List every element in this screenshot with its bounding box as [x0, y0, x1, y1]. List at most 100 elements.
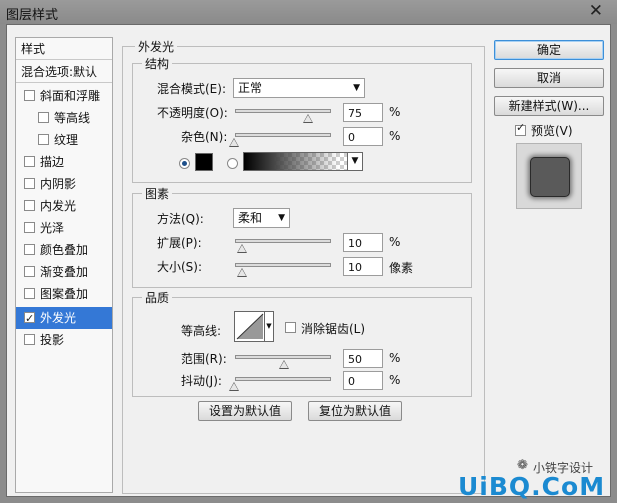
technique-select[interactable]: 柔和 ▼: [233, 208, 290, 228]
spread-label: 扩展(P):: [157, 236, 202, 250]
styles-list: 样式 混合选项:默认 斜面和浮雕 等高线 纹理 描边 内阴影 内发光 光泽 颜色…: [15, 37, 113, 493]
antialias-checkbox[interactable]: [285, 322, 296, 333]
quality-group: 品质 等高线: ▼ 消除锯齿(L) 范围(R): 50 % 抖动(J): 0 %: [132, 289, 472, 397]
checkbox[interactable]: [24, 244, 35, 255]
style-item-inner-shadow[interactable]: 内阴影: [16, 173, 112, 195]
chevron-down-icon: ▼: [353, 83, 360, 93]
checkbox[interactable]: [24, 156, 35, 167]
styles-header[interactable]: 样式: [16, 38, 112, 60]
checkbox[interactable]: [24, 178, 35, 189]
style-item-pattern-overlay[interactable]: 图案叠加: [16, 283, 112, 305]
checkbox[interactable]: [24, 288, 35, 299]
checkbox[interactable]: [24, 90, 35, 101]
noise-label: 杂色(N):: [181, 130, 228, 144]
style-item-label: 外发光: [40, 311, 77, 325]
opacity-slider-thumb[interactable]: [303, 114, 313, 123]
style-item-label: 纹理: [54, 133, 79, 147]
color-radio[interactable]: [179, 158, 190, 169]
style-item-label: 渐变叠加: [40, 265, 89, 279]
jitter-slider-track[interactable]: [235, 377, 331, 381]
technique-value: 柔和: [238, 211, 263, 225]
size-unit: 像素: [389, 261, 414, 275]
style-item-drop-shadow[interactable]: 投影: [16, 329, 112, 351]
style-item-gradient-overlay[interactable]: 渐变叠加: [16, 261, 112, 283]
blend-mode-value: 正常: [238, 81, 263, 95]
jitter-slider-thumb[interactable]: [229, 382, 239, 391]
range-slider-thumb[interactable]: [279, 360, 289, 369]
checkbox[interactable]: [24, 222, 35, 233]
style-item-label: 颜色叠加: [40, 243, 89, 257]
chevron-down-icon[interactable]: ▼: [347, 153, 362, 170]
close-icon[interactable]: ✕: [589, 1, 603, 21]
opacity-label: 不透明度(O):: [157, 106, 228, 120]
style-item-label: 图案叠加: [40, 287, 89, 301]
range-slider-track[interactable]: [235, 355, 331, 359]
reset-default-button[interactable]: 复位为默认值: [308, 401, 402, 421]
jitter-input[interactable]: 0: [343, 371, 383, 390]
size-slider-track[interactable]: [235, 263, 331, 267]
spread-slider-track[interactable]: [235, 239, 331, 243]
style-item-inner-glow[interactable]: 内发光: [16, 195, 112, 217]
style-item-texture[interactable]: 纹理: [16, 129, 112, 151]
style-item-stroke[interactable]: 描边: [16, 151, 112, 173]
contour-label: 等高线:: [181, 324, 222, 338]
blend-mode-select[interactable]: 正常 ▼: [233, 78, 365, 98]
preview-thumbnail: [516, 143, 582, 209]
quality-title: 品质: [142, 289, 173, 306]
size-label: 大小(S):: [157, 260, 203, 274]
opacity-input[interactable]: 75: [343, 103, 383, 122]
elements-title: 图素: [142, 185, 173, 202]
preview-checkbox[interactable]: [515, 121, 526, 136]
gradient-radio[interactable]: [227, 158, 238, 169]
new-style-button[interactable]: 新建样式(W)...: [494, 96, 604, 116]
jitter-unit: %: [389, 373, 401, 387]
style-item-label: 斜面和浮雕: [40, 89, 101, 103]
style-item-outer-glow[interactable]: 外发光: [16, 307, 112, 329]
outer-glow-panel: 外发光 结构 混合模式(E): 正常 ▼ 不透明度(O): 75 % 杂色(N)…: [122, 38, 485, 494]
opacity-slider-track[interactable]: [235, 109, 331, 113]
noise-input[interactable]: 0: [343, 127, 383, 146]
checkbox[interactable]: [38, 134, 49, 145]
watermark-site: UiBQ.CoM: [458, 472, 606, 501]
title-bar: 图层样式 ✕: [0, 0, 617, 24]
noise-slider-thumb[interactable]: [229, 138, 239, 147]
antialias-label: 消除锯齿(L): [301, 322, 366, 336]
spread-input[interactable]: 10: [343, 233, 383, 252]
panel-title: 外发光: [135, 38, 178, 55]
style-item-color-overlay[interactable]: 颜色叠加: [16, 239, 112, 261]
range-input[interactable]: 50: [343, 349, 383, 368]
make-default-button[interactable]: 设置为默认值: [198, 401, 292, 421]
checkbox[interactable]: [24, 334, 35, 345]
style-item-label: 描边: [40, 155, 65, 169]
glow-color-swatch[interactable]: [195, 153, 213, 171]
blend-mode-label: 混合模式(E):: [157, 82, 226, 96]
window-title: 图层样式: [6, 8, 59, 23]
contour-picker[interactable]: ▼: [234, 311, 274, 342]
range-label: 范围(R):: [181, 352, 227, 366]
checkbox[interactable]: [24, 266, 35, 277]
checkbox[interactable]: [24, 308, 35, 329]
style-item-satin[interactable]: 光泽: [16, 217, 112, 239]
spread-slider-thumb[interactable]: [237, 244, 247, 253]
wechat-icon: ❁: [517, 458, 528, 473]
checkbox[interactable]: [24, 200, 35, 211]
chevron-down-icon: ▼: [278, 213, 285, 223]
cancel-button[interactable]: 取消: [494, 68, 604, 88]
size-slider-thumb[interactable]: [237, 268, 247, 277]
glow-gradient-picker[interactable]: ▼: [243, 152, 363, 171]
size-input[interactable]: 10: [343, 257, 383, 276]
opacity-unit: %: [389, 105, 401, 119]
noise-unit: %: [389, 129, 401, 143]
jitter-label: 抖动(J):: [181, 374, 222, 388]
blend-options-item[interactable]: 混合选项:默认: [16, 61, 112, 83]
checkbox[interactable]: [38, 112, 49, 123]
noise-slider-track[interactable]: [235, 133, 331, 137]
ok-button[interactable]: 确定: [494, 40, 604, 60]
layer-style-dialog: 样式 混合选项:默认 斜面和浮雕 等高线 纹理 描边 内阴影 内发光 光泽 颜色…: [6, 24, 611, 497]
preview-swatch: [530, 157, 570, 197]
elements-group: 图素 方法(Q): 柔和 ▼ 扩展(P): 10 % 大小(S): 10 像素: [132, 185, 472, 288]
contour-preview-icon: [236, 313, 264, 340]
style-item-bevel-emboss[interactable]: 斜面和浮雕: [16, 85, 112, 107]
style-item-contour[interactable]: 等高线: [16, 107, 112, 129]
chevron-down-icon[interactable]: ▼: [264, 312, 273, 341]
